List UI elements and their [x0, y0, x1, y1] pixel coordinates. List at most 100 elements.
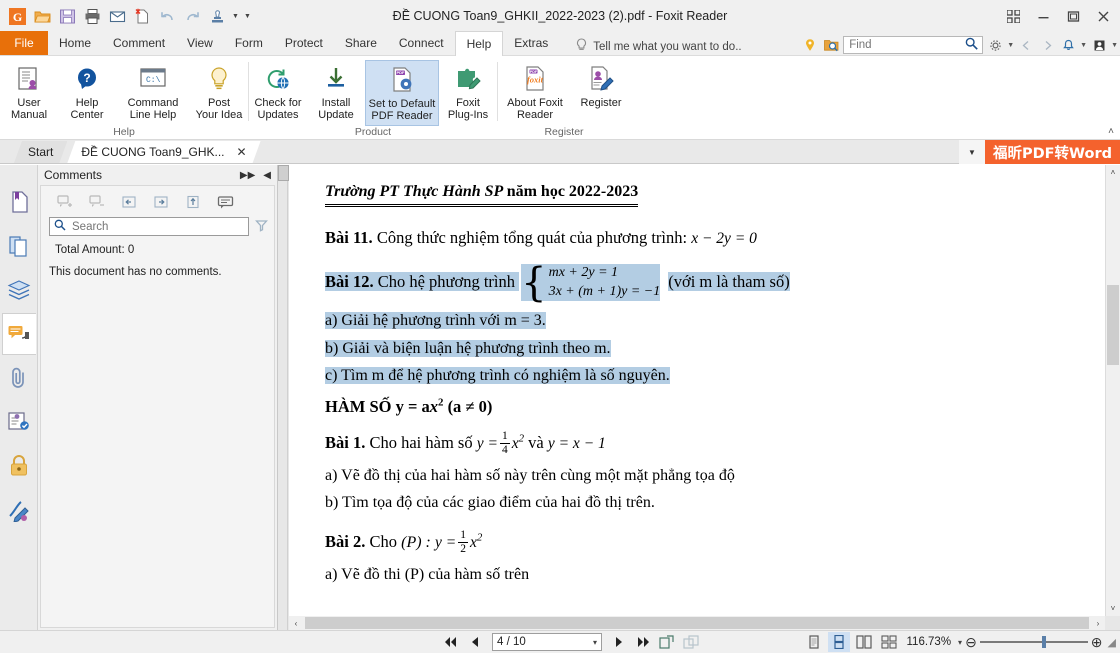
chevron-down-icon[interactable]: ▾: [593, 638, 597, 647]
sidebar-item-security[interactable]: [2, 445, 36, 487]
next-page-button[interactable]: [608, 632, 630, 652]
tab-protect[interactable]: Protect: [274, 31, 334, 55]
previous-page-button[interactable]: [464, 632, 486, 652]
command-line-help-button[interactable]: C:\ Command Line Help: [116, 60, 190, 126]
doc-tab-start[interactable]: Start: [14, 141, 67, 163]
tab-connect[interactable]: Connect: [388, 31, 455, 55]
previous-view-icon[interactable]: [1017, 36, 1035, 54]
horizontal-scroll-thumb[interactable]: [305, 617, 1089, 629]
expand-panel-icon[interactable]: ▶▶: [240, 170, 255, 181]
maximize-button[interactable]: [1058, 1, 1088, 31]
notification-bell-icon[interactable]: [1059, 36, 1077, 54]
tab-form[interactable]: Form: [224, 31, 274, 55]
undo-icon[interactable]: [156, 5, 178, 27]
sidebar-item-page-thumbnails[interactable]: [2, 225, 36, 267]
last-page-button[interactable]: [632, 632, 654, 652]
sidebar-item-comments[interactable]: [1, 313, 36, 355]
scroll-up-icon[interactable]: ˄: [1106, 165, 1120, 180]
sidebar-item-layers[interactable]: [2, 269, 36, 311]
gear-icon[interactable]: [986, 36, 1004, 54]
zoom-out-button[interactable]: ⊖: [965, 634, 977, 651]
search-folder-icon[interactable]: [822, 36, 840, 54]
help-center-button[interactable]: ? Help Center: [58, 60, 116, 126]
print-icon[interactable]: [81, 5, 103, 27]
grid-view-icon[interactable]: [998, 1, 1028, 31]
foxit-plug-ins-button[interactable]: Foxit Plug-Ins: [439, 60, 497, 126]
sidebar-item-attachments[interactable]: [2, 357, 36, 399]
sidebar-item-bookmarks[interactable]: [2, 181, 36, 223]
account-caret-icon[interactable]: ▼: [1111, 42, 1118, 49]
pdf-page[interactable]: Trường PT Thực Hành SP năm học 2022-2023…: [289, 165, 1105, 616]
fit-page-button[interactable]: [656, 632, 678, 652]
close-button[interactable]: [1088, 1, 1118, 31]
zoom-slider-knob[interactable]: [1041, 636, 1046, 648]
comments-search-field[interactable]: [70, 219, 244, 234]
tab-extras[interactable]: Extras: [503, 31, 559, 55]
resize-grip-icon[interactable]: ◢: [1108, 636, 1116, 649]
doc-tab-active[interactable]: ĐỀ CUONG Toan9_GHK... ✕: [67, 141, 260, 163]
single-page-view-button[interactable]: [803, 632, 825, 652]
page-number-input[interactable]: 4 / 10 ▾: [492, 633, 602, 651]
chevron-down-icon[interactable]: ▼: [958, 140, 985, 164]
save-icon[interactable]: [56, 5, 78, 27]
reply-comment-icon[interactable]: [209, 191, 241, 213]
zoom-caret-icon[interactable]: ▾: [958, 638, 962, 647]
collapse-panel-icon[interactable]: ◀: [263, 170, 271, 181]
vertical-scrollbar[interactable]: ˄ ˅: [1105, 165, 1120, 616]
set-to-default-pdf-reader-button[interactable]: PDF Set to Default PDF Reader: [365, 60, 439, 126]
next-view-icon[interactable]: [1038, 36, 1056, 54]
facing-continuous-view-button[interactable]: [878, 632, 900, 652]
collapse-all-comments-icon[interactable]: [81, 191, 113, 213]
pdf-to-word-promo-banner[interactable]: 福昕PDF转Word: [984, 140, 1120, 164]
tab-comment[interactable]: Comment: [102, 31, 176, 55]
avatar[interactable]: [1090, 36, 1108, 54]
next-comment-icon[interactable]: [145, 191, 177, 213]
foxit-logo-icon[interactable]: G: [6, 5, 28, 27]
install-update-button[interactable]: Install Update: [307, 60, 365, 126]
tab-view[interactable]: View: [176, 31, 224, 55]
filter-icon[interactable]: [255, 219, 268, 235]
horizontal-scrollbar[interactable]: ‹ ›: [289, 616, 1105, 630]
scroll-left-icon[interactable]: ‹: [289, 619, 303, 628]
close-icon[interactable]: ✕: [237, 145, 247, 159]
post-your-idea-button[interactable]: Post Your Idea: [190, 60, 248, 126]
scroll-right-icon[interactable]: ›: [1091, 619, 1105, 628]
balloon-icon[interactable]: [801, 36, 819, 54]
search-icon[interactable]: [965, 37, 978, 53]
new-from-file-icon[interactable]: [131, 5, 153, 27]
tab-share[interactable]: Share: [334, 31, 388, 55]
sidebar-item-review[interactable]: [2, 401, 36, 443]
zoom-slider[interactable]: [979, 632, 1088, 652]
expand-all-comments-icon[interactable]: [49, 191, 81, 213]
user-manual-button[interactable]: User Manual: [0, 60, 58, 126]
zoom-in-button[interactable]: ⊕: [1091, 634, 1103, 651]
register-button[interactable]: Register: [572, 60, 630, 126]
find-input[interactable]: [847, 38, 966, 52]
stamp-dropdown-caret-icon[interactable]: ▼: [231, 13, 240, 20]
facing-view-button[interactable]: [853, 632, 875, 652]
scroll-down-icon[interactable]: ˅: [1106, 601, 1120, 616]
open-icon[interactable]: [31, 5, 53, 27]
redo-icon[interactable]: [181, 5, 203, 27]
stamp-icon[interactable]: [206, 5, 228, 27]
collapse-ribbon-button[interactable]: ˄: [1108, 126, 1114, 137]
search-input[interactable]: [49, 217, 249, 236]
continuous-view-button[interactable]: [827, 632, 850, 652]
vertical-scroll-thumb[interactable]: [1107, 285, 1119, 365]
tab-file[interactable]: File: [0, 31, 48, 55]
customize-quick-access-caret-icon[interactable]: ▼: [243, 13, 252, 20]
notification-caret-icon[interactable]: ▼: [1080, 42, 1087, 49]
minimize-button[interactable]: [1028, 1, 1058, 31]
sort-comments-icon[interactable]: [177, 191, 209, 213]
settings-caret-icon[interactable]: ▼: [1007, 42, 1014, 49]
first-page-button[interactable]: [440, 632, 462, 652]
tab-help[interactable]: Help: [454, 31, 504, 56]
tab-home[interactable]: Home: [48, 31, 102, 55]
about-foxit-reader-button[interactable]: PDF foxit About Foxit Reader: [498, 60, 572, 126]
check-for-updates-button[interactable]: Check for Updates: [249, 60, 307, 126]
find-box[interactable]: [843, 36, 984, 54]
tell-me-box[interactable]: Tell me what you want to do..: [575, 38, 742, 55]
rotate-view-button[interactable]: [680, 632, 702, 652]
previous-comment-icon[interactable]: [113, 191, 145, 213]
email-icon[interactable]: [106, 5, 128, 27]
